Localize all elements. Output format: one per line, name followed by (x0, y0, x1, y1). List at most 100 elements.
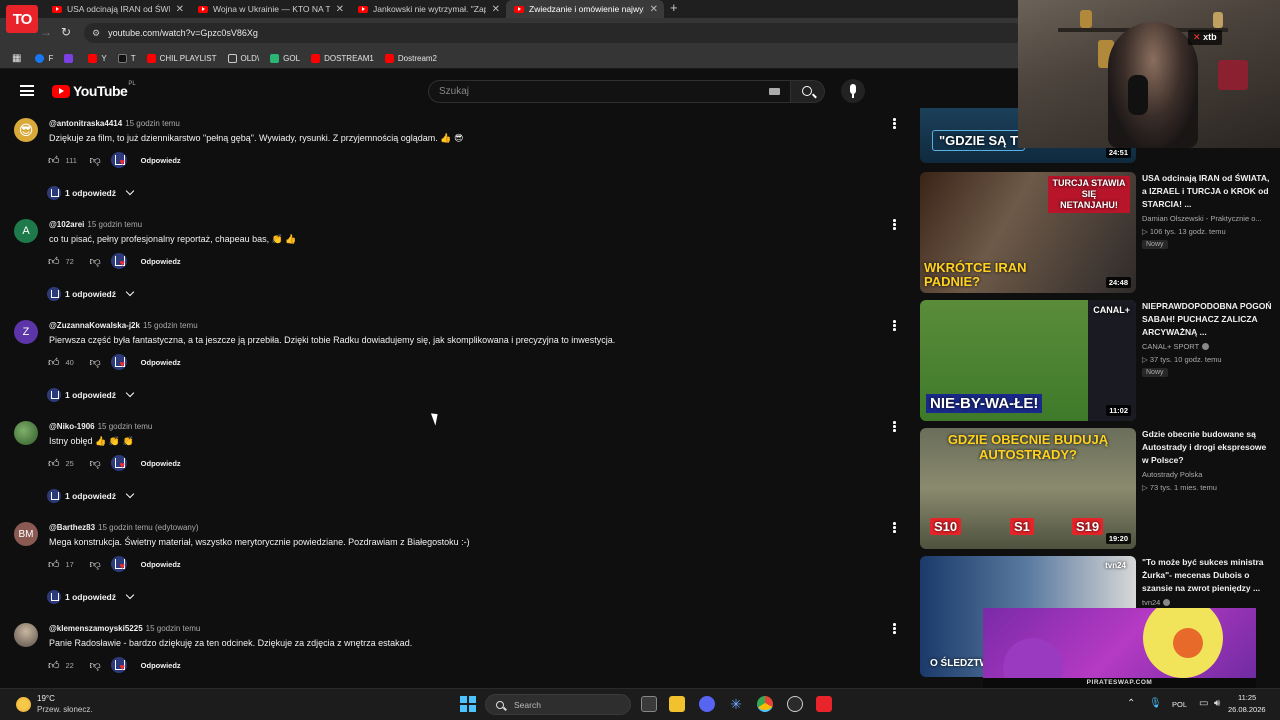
comment-time[interactable]: 15 godzin temu (98, 422, 153, 431)
comment-time[interactable]: 15 godzin temu (146, 624, 201, 633)
voice-search-button[interactable] (841, 79, 865, 103)
dislike-icon[interactable]: 👎︎ (90, 659, 101, 672)
more-actions-icon[interactable] (893, 623, 896, 635)
video-title[interactable]: "To może być sukces ministra Żurka"- mec… (1142, 556, 1272, 595)
chrome-icon[interactable] (757, 696, 773, 712)
dislike-icon[interactable]: 👎︎ (90, 558, 101, 571)
comment-time[interactable]: 15 godzin temu (87, 220, 142, 229)
weather-temperature[interactable]: 19°C (37, 694, 55, 703)
obs-icon[interactable] (787, 696, 803, 712)
more-actions-icon[interactable] (893, 219, 896, 231)
view-replies-button[interactable]: 1 odpowiedź (47, 590, 135, 604)
avatar[interactable]: A (14, 219, 38, 243)
avatar[interactable] (14, 623, 38, 647)
comment-author[interactable]: @102arei 15 godzin temu (49, 220, 142, 229)
tab-close-icon[interactable]: ✕ (492, 4, 500, 15)
reply-button[interactable]: Odpowiedz (141, 661, 181, 670)
discord-icon[interactable] (699, 696, 715, 712)
view-replies-button[interactable]: 1 odpowiedź (47, 186, 135, 200)
like-icon[interactable]: 👍︎ (48, 356, 60, 369)
task-view-icon[interactable] (641, 696, 657, 712)
more-actions-icon[interactable] (893, 421, 896, 433)
new-tab-button[interactable]: + (670, 0, 678, 18)
tab-close-icon[interactable]: ✕ (650, 4, 658, 15)
tab-usa-iran[interactable]: USA odcinają IRAN od ŚWIATA ✕ (44, 0, 190, 18)
channel-name[interactable]: CANAL+ SPORT (1142, 342, 1278, 351)
video-thumbnail[interactable]: GDZIE OBECNIE BUDUJĄ AUTOSTRADY? S10 S1 … (920, 428, 1136, 549)
view-replies-button[interactable]: 1 odpowiedź (47, 388, 135, 402)
tab-close-icon[interactable]: ✕ (336, 4, 344, 15)
reply-button[interactable]: Odpowiedz (141, 358, 181, 367)
bookmark-folder[interactable]: OLD\ (227, 53, 259, 63)
reload-icon[interactable]: ↻ (61, 25, 71, 39)
microphone-icon[interactable]: 🎙︎ (1149, 698, 1162, 710)
comment-time[interactable]: 15 godzin temu (125, 119, 180, 128)
keyboard-icon[interactable] (769, 88, 780, 95)
sun-icon[interactable] (16, 697, 31, 712)
search-button[interactable] (791, 80, 825, 103)
channel-name[interactable]: Autostrady Polska (1142, 470, 1278, 479)
more-actions-icon[interactable] (893, 320, 896, 332)
apps-grid-icon[interactable]: ▦ (12, 53, 21, 64)
bookmark-item[interactable]: F (35, 53, 53, 63)
more-actions-icon[interactable] (893, 522, 896, 534)
bookmark-item[interactable]: Y (88, 53, 107, 63)
dislike-icon[interactable]: 👎︎ (90, 457, 101, 470)
sparkle-app-icon[interactable]: ✳ (728, 696, 744, 712)
taskbar-search[interactable]: Search (485, 694, 631, 715)
view-replies-button[interactable]: 1 odpowiedź (47, 287, 135, 301)
reply-button[interactable]: Odpowiedz (141, 459, 181, 468)
comment-time[interactable]: 15 godzin temu (143, 321, 198, 330)
like-icon[interactable]: 👍︎ (48, 154, 60, 167)
tab-wojna-w-ukrainie[interactable]: Wojna w Ukrainie — KTO NA T ✕ (190, 0, 350, 18)
reply-button[interactable]: Odpowiedz (141, 560, 181, 569)
video-thumbnail[interactable]: TURCJA STAWIA SIĘ NETANJAHU! WKRÓTCE IRA… (920, 172, 1136, 293)
bookmark-item[interactable]: DOSTREAM1 (311, 53, 374, 63)
volume-icon[interactable]: 🔊︎ (1214, 698, 1220, 710)
comment-author[interactable]: @Niko-1906 15 godzin temu (49, 422, 152, 431)
clock-time[interactable]: 11:25 (1238, 693, 1256, 702)
bookmark-item[interactable]: T (117, 53, 136, 63)
youtube-logo[interactable]: YouTube PL (52, 81, 136, 99)
comment-author[interactable]: @Barthez83 15 godzin temu (edytowany) (49, 523, 199, 532)
like-icon[interactable]: 👍︎ (48, 659, 60, 672)
bookmark-item[interactable]: GOL (270, 53, 300, 63)
network-icon[interactable]: ▭ (1199, 698, 1208, 710)
video-thumbnail[interactable]: CANAL+ NIE-BY-WA-ŁE! 11:02 (920, 300, 1136, 421)
bookmark-item[interactable]: Dostream2 (384, 53, 437, 63)
view-replies-button[interactable]: 1 odpowiedź (47, 489, 135, 503)
site-settings-icon[interactable]: ⚙ (92, 28, 100, 39)
comment-author[interactable]: @antonitraska4414 15 godzin temu (49, 119, 180, 128)
comment-time[interactable]: 15 godzin temu (edytowany) (98, 523, 199, 532)
avatar[interactable]: Z (14, 320, 38, 344)
url-field[interactable]: ⚙ youtube.com/watch?v=Gpzc0sV86Xg (84, 23, 1024, 43)
recommended-video[interactable]: GDZIE OBECNIE BUDUJĄ AUTOSTRADY? S10 S1 … (918, 428, 1280, 554)
avatar[interactable] (14, 421, 38, 445)
tab-zwiedzanie-active[interactable]: Zwiedzanie i omówienie najwyż ✕ (506, 0, 664, 18)
recommended-video[interactable]: CANAL+ NIE-BY-WA-ŁE! 11:02 NIEPRAWDOPODO… (918, 300, 1280, 426)
channel-name[interactable]: tvn24 (1142, 598, 1278, 607)
like-icon[interactable]: 👍︎ (48, 457, 60, 470)
avatar[interactable]: BM (14, 522, 38, 546)
tab-close-icon[interactable]: ✕ (176, 4, 184, 15)
recommended-video[interactable]: TURCJA STAWIA SIĘ NETANJAHU! WKRÓTCE IRA… (918, 172, 1280, 298)
windows-start-icon[interactable] (460, 696, 476, 712)
bookmark-item[interactable]: CHIL PLAYLIST (146, 53, 217, 63)
like-icon[interactable]: 👍︎ (48, 255, 60, 268)
video-title[interactable]: Gdzie obecnie budowane są Autostrady i d… (1142, 428, 1272, 467)
channel-name[interactable]: Damian Olszewski - Praktycznie o... (1142, 214, 1278, 223)
language-indicator[interactable]: POL (1172, 700, 1187, 709)
more-actions-icon[interactable] (893, 118, 896, 130)
reply-button[interactable]: Odpowiedz (141, 257, 181, 266)
dislike-icon[interactable]: 👎︎ (90, 356, 101, 369)
clock-date[interactable]: 26.08.2026 (1228, 705, 1266, 714)
file-explorer-icon[interactable] (669, 696, 685, 712)
tab-jankowski[interactable]: Jankowski nie wytrzymał. "Zap ✕ (350, 0, 506, 18)
reply-button[interactable]: Odpowiedz (141, 156, 181, 165)
chevron-up-icon[interactable]: ⌃ (1127, 698, 1135, 710)
video-title[interactable]: NIEPRAWDOPODOBNA POGOŃ SABAH! PUCHACZ ZA… (1142, 300, 1272, 339)
menu-icon[interactable] (20, 85, 34, 96)
comment-author[interactable]: @klemenszamoyski5225 15 godzin temu (49, 624, 200, 633)
avatar[interactable]: 😎 (14, 118, 38, 142)
comment-author[interactable]: @ZuzannaKowalska-j2k 15 godzin temu (49, 321, 198, 330)
